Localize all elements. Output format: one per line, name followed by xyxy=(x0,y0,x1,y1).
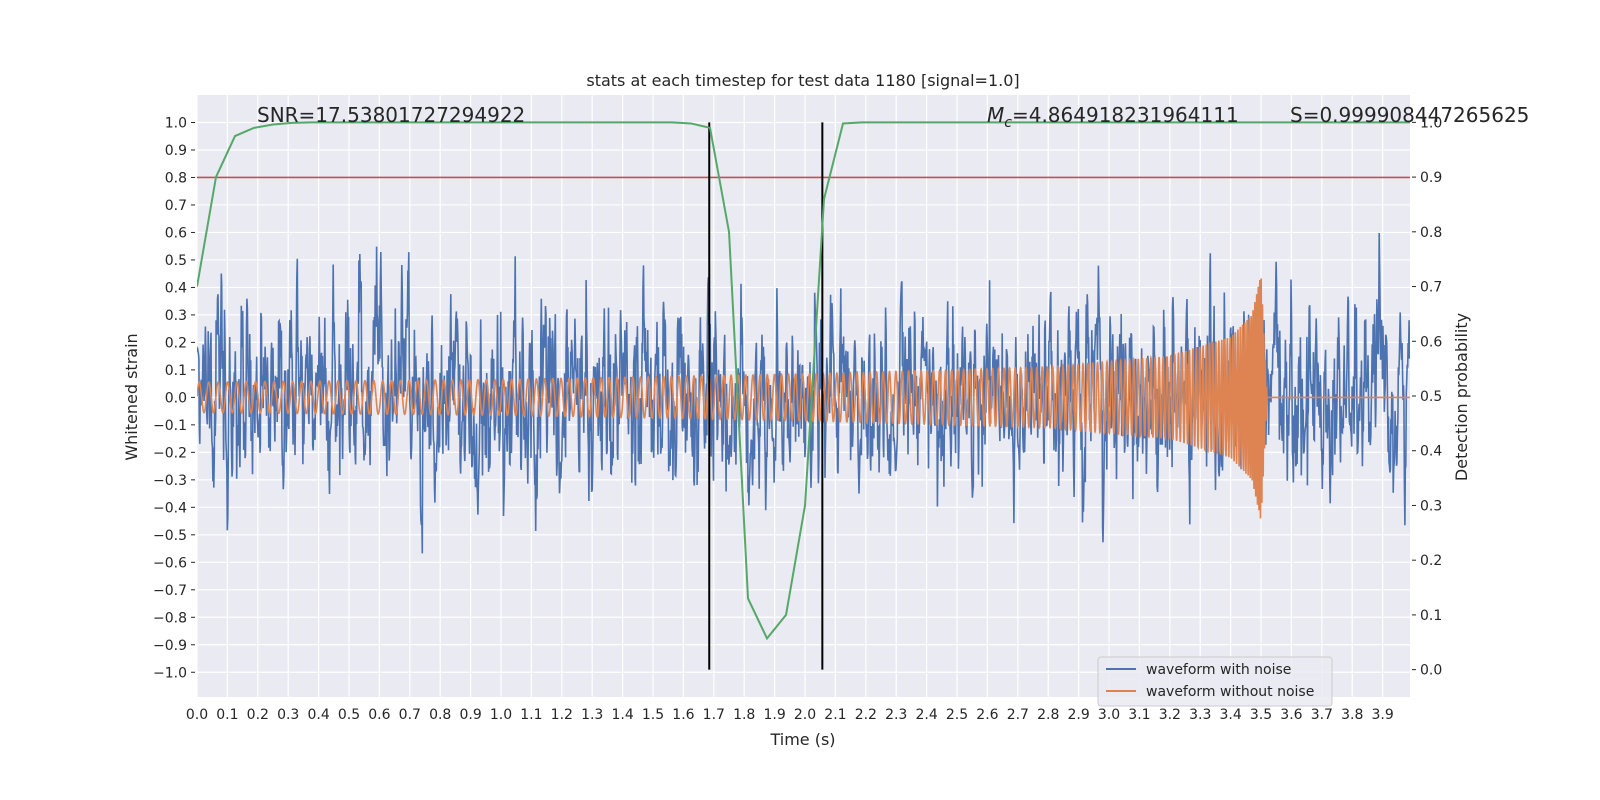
y-tick-label: −1.0 xyxy=(153,665,187,681)
snr-annotation: SNR=17.53801727294922 xyxy=(257,103,525,127)
legend: waveform with noise waveform without noi… xyxy=(1097,656,1333,707)
x-tick-label: 0.1 xyxy=(216,707,238,723)
y-tick-label: −0.3 xyxy=(153,473,187,489)
y-tick-label: 0.8 xyxy=(165,170,187,186)
x-tick-label: 0.4 xyxy=(307,707,329,723)
y-right-tick-label: 0.0 xyxy=(1420,663,1442,679)
x-tick-label: 0.0 xyxy=(186,707,208,723)
chirp-mass-annotation: Mc=4.864918231964111 xyxy=(987,103,1239,131)
x-tick-label: 1.4 xyxy=(611,707,633,723)
x-tick-label: 2.5 xyxy=(946,707,968,723)
y-right-tick-label: 0.8 xyxy=(1420,225,1442,241)
y-tick-label: 0.4 xyxy=(165,280,187,296)
x-tick-label: 2.6 xyxy=(976,707,998,723)
legend-label-noise: waveform with noise xyxy=(1146,662,1291,678)
x-tick-label: 1.9 xyxy=(763,707,785,723)
y-tick-label: 1.0 xyxy=(165,115,187,131)
mc-symbol: M xyxy=(987,103,1004,127)
x-tick-label: 2.3 xyxy=(885,707,907,723)
x-tick-label: 0.8 xyxy=(429,707,451,723)
mc-value: =4.864918231964111 xyxy=(1012,103,1239,127)
y-ticks-left: 1.0 0.9 0.8 0.7 0.6 0.5 0.4 0.3 0.2 0.1 0.0 −0.1 −0.… xyxy=(153,115,195,681)
y-tick-label: −0.6 xyxy=(153,555,187,571)
y-axis-label-right: Detection probability xyxy=(1452,313,1471,481)
x-tick-label: 3.0 xyxy=(1098,707,1120,723)
x-tick-label: 0.7 xyxy=(399,707,421,723)
x-tick-label: 3.1 xyxy=(1128,707,1150,723)
x-tick-label: 2.7 xyxy=(1007,707,1029,723)
y-right-tick-label: 0.1 xyxy=(1420,608,1442,624)
x-tick-label: 2.2 xyxy=(855,707,877,723)
legend-label-clean: waveform without noise xyxy=(1146,684,1314,700)
x-tick-label: 0.2 xyxy=(247,707,269,723)
x-tick-label: 2.0 xyxy=(794,707,816,723)
y-tick-label: 0.0 xyxy=(165,390,187,406)
y-right-tick-label: 0.7 xyxy=(1420,280,1442,296)
x-tick-label: 3.6 xyxy=(1280,707,1302,723)
y-tick-label: 0.6 xyxy=(165,225,187,241)
x-tick-label: 2.1 xyxy=(824,707,846,723)
x-tick-label: 3.5 xyxy=(1250,707,1272,723)
x-ticks: 0.0 0.1 0.2 0.3 0.4 0.5 0.6 0.7 0.8 0.9 1.0 1.1 1.2 1… xyxy=(186,707,1394,723)
x-tick-label: 1.8 xyxy=(733,707,755,723)
x-tick-label: 1.2 xyxy=(551,707,573,723)
x-tick-label: 0.6 xyxy=(368,707,390,723)
y-tick-label: 0.3 xyxy=(165,308,187,324)
x-tick-label: 3.9 xyxy=(1372,707,1394,723)
x-axis-label: Time (s) xyxy=(769,730,835,749)
x-tick-label: 1.7 xyxy=(703,707,725,723)
figure: 0.0 0.1 0.2 0.3 0.4 0.5 0.6 0.7 0.8 0.9 1.0 1.1 1.2 1… xyxy=(122,71,1529,749)
x-tick-label: 2.4 xyxy=(915,707,937,723)
x-tick-label: 1.0 xyxy=(490,707,512,723)
x-tick-label: 1.6 xyxy=(672,707,694,723)
y-tick-label: −0.4 xyxy=(153,500,187,516)
y-right-tick-label: 0.9 xyxy=(1420,170,1442,186)
y-tick-label: −0.8 xyxy=(153,610,187,626)
s-annotation: S=0.999908447265625 xyxy=(1290,103,1529,127)
y-right-tick-label: 0.4 xyxy=(1420,444,1442,460)
x-tick-label: 1.3 xyxy=(581,707,603,723)
y-tick-label: −0.5 xyxy=(153,528,187,544)
y-tick-label: 0.5 xyxy=(165,253,187,269)
x-tick-label: 3.4 xyxy=(1220,707,1242,723)
x-tick-label: 3.7 xyxy=(1311,707,1333,723)
y-tick-label: 0.7 xyxy=(165,198,187,214)
y-right-tick-label: 0.6 xyxy=(1420,334,1442,350)
y-ticks-right: 1.00.90.80.70.60.50.40.30.20.10.0 xyxy=(1412,115,1442,679)
y-axis-label: Whitened strain xyxy=(122,333,141,460)
x-tick-label: 0.5 xyxy=(338,707,360,723)
y-tick-label: 0.1 xyxy=(165,363,187,379)
x-tick-label: 1.5 xyxy=(642,707,664,723)
y-tick-label: −0.2 xyxy=(153,445,187,461)
x-tick-label: 2.8 xyxy=(1037,707,1059,723)
x-tick-label: 3.3 xyxy=(1189,707,1211,723)
x-tick-label: 0.3 xyxy=(277,707,299,723)
y-right-tick-label: 0.3 xyxy=(1420,498,1442,514)
y-tick-label: −0.9 xyxy=(153,638,187,654)
x-tick-label: 3.2 xyxy=(1159,707,1181,723)
x-tick-label: 1.1 xyxy=(520,707,542,723)
y-tick-label: −0.7 xyxy=(153,583,187,599)
x-tick-label: 0.9 xyxy=(459,707,481,723)
y-right-tick-label: 0.5 xyxy=(1420,389,1442,405)
y-tick-label: −0.1 xyxy=(153,418,187,434)
y-right-tick-label: 0.2 xyxy=(1420,553,1442,569)
x-tick-label: 3.8 xyxy=(1341,707,1363,723)
x-tick-label: 2.9 xyxy=(1067,707,1089,723)
chart-title: stats at each timestep for test data 118… xyxy=(586,71,1019,90)
y-tick-label: 0.2 xyxy=(165,335,187,351)
y-tick-label: 0.9 xyxy=(165,143,187,159)
